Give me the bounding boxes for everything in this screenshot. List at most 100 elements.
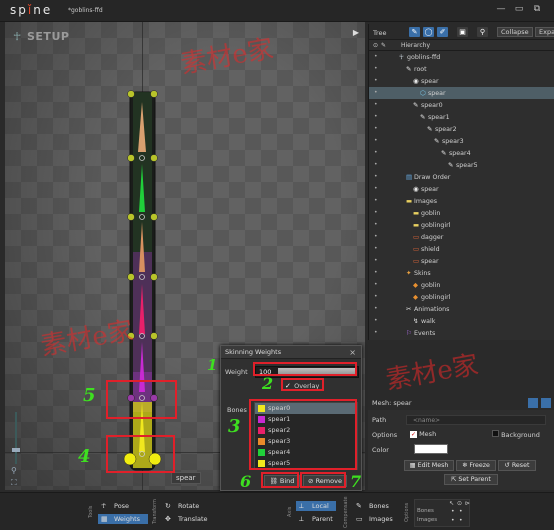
tree-row[interactable]: • ✎ spear1 <box>369 111 554 123</box>
freeze-button[interactable]: ❄ Freeze <box>456 460 496 471</box>
settings-icon[interactable] <box>541 398 551 408</box>
tree-row[interactable]: • ◆ goblin <box>369 279 554 291</box>
close-icon[interactable]: × <box>349 348 356 357</box>
minimize-button[interactable]: — <box>494 3 508 15</box>
search-icon[interactable]: ⚲ <box>477 27 488 37</box>
expand-button[interactable]: Expa <box>535 27 554 37</box>
toggle-dot[interactable]: • <box>451 517 455 524</box>
visibility-dot-icon[interactable]: • <box>374 231 378 243</box>
visibility-dot-icon[interactable]: • <box>374 291 378 303</box>
tree-row[interactable]: • ✦ Skins <box>369 267 554 279</box>
tree-row[interactable]: • ⚐ Events <box>369 327 554 339</box>
visibility-dot-icon[interactable]: • <box>374 183 378 195</box>
tree-row[interactable]: • ▬ goblingirl <box>369 219 554 231</box>
tree-row[interactable]: • ⬡ spear <box>369 87 554 99</box>
tree-row[interactable]: • ◉ spear <box>369 183 554 195</box>
tree-row[interactable]: • ✎ spear0 <box>369 99 554 111</box>
tree-row[interactable]: • ▭ dagger <box>369 231 554 243</box>
bones-icon: ✎ <box>356 502 362 510</box>
edit-mesh-button[interactable]: ▦ Edit Mesh <box>404 460 454 471</box>
tree-row[interactable]: • ☥ goblins-ffd <box>369 51 554 63</box>
zoom-thumb[interactable] <box>12 448 20 452</box>
eye-icon[interactable]: ⊙ <box>457 500 462 507</box>
visibility-dot-icon[interactable]: • <box>374 75 378 87</box>
visibility-dot-icon[interactable]: • <box>374 243 378 255</box>
parent-axis-button[interactable]: ⟂ Parent <box>296 514 336 524</box>
collapse-button[interactable]: Collapse <box>497 27 533 37</box>
color-swatch[interactable] <box>414 444 448 454</box>
close-window-button[interactable]: ⧉ <box>530 3 544 15</box>
paint-icon[interactable]: ✐ <box>437 27 448 37</box>
translate-tool-button[interactable]: ✥ Translate <box>162 514 272 524</box>
axis-group-label: Axis <box>287 506 293 518</box>
visibility-dot-icon[interactable]: • <box>374 147 378 159</box>
reset-button[interactable]: ↺ Reset <box>498 460 536 471</box>
tree-row[interactable]: • ✎ spear4 <box>369 147 554 159</box>
visibility-dot-icon[interactable]: • <box>374 99 378 111</box>
key-icon[interactable] <box>528 398 538 408</box>
compensate-images-button[interactable]: ▭ Images <box>353 514 397 524</box>
local-axis-button[interactable]: ⟂ Local <box>296 501 336 511</box>
toggle-dot[interactable]: • <box>459 508 463 515</box>
visibility-dot-icon[interactable]: • <box>374 135 378 147</box>
visibility-dot-icon[interactable]: • <box>374 195 378 207</box>
visibility-dot-icon[interactable]: • <box>374 111 378 123</box>
select-icon[interactable]: ◯ <box>423 27 434 37</box>
set-parent-button[interactable]: ⇱ Set Parent <box>444 474 498 485</box>
visibility-dot-icon[interactable]: • <box>374 219 378 231</box>
visibility-dot-icon[interactable]: • <box>374 159 378 171</box>
rotate-tool-button[interactable]: ↻ Rotate <box>162 501 272 511</box>
toggle-dot[interactable]: • <box>459 517 463 524</box>
options-label: Options <box>372 431 398 439</box>
bones-label: Bones <box>227 406 247 414</box>
tree-panel: Tree ✎ ◯ ✐ ▣ ⚲ Collapse Expa ⊙ ✎ Hierarc… <box>368 24 554 340</box>
visibility-dot-icon[interactable]: • <box>374 327 378 339</box>
camera-icon[interactable]: ▣ <box>457 27 468 37</box>
tree-row[interactable]: • ▤ Draw Order <box>369 171 554 183</box>
zoom-slider[interactable] <box>11 412 21 472</box>
visibility-dot-icon[interactable]: • <box>374 303 378 315</box>
tree-row[interactable]: • ✂ Animations <box>369 303 554 315</box>
spine-editor-window: spǐne *goblins-ffd — ▭ ⧉ ☥ SETUP ▶ spear… <box>0 0 554 530</box>
zoom-icon[interactable]: ⚲ <box>11 466 21 476</box>
pose-tool-button[interactable]: ☥ Pose <box>98 501 148 511</box>
background-checkbox[interactable]: Background <box>492 430 540 439</box>
tag-icon[interactable]: ⊳ <box>465 500 470 507</box>
visibility-dot-icon[interactable]: • <box>374 267 378 279</box>
restore-button[interactable]: ▭ <box>512 3 526 15</box>
edit-icon[interactable]: ✎ <box>409 27 420 37</box>
visibility-dot-icon[interactable]: • <box>374 255 378 267</box>
tree-row[interactable]: • ▬ goblin <box>369 207 554 219</box>
tree-row[interactable]: • ◆ goblingirl <box>369 291 554 303</box>
compensate-bones-button[interactable]: ✎ Bones <box>353 501 397 511</box>
path-input[interactable]: <name> <box>406 415 546 425</box>
visibility-dot-icon[interactable]: • <box>374 279 378 291</box>
tree-row[interactable]: • ↯ walk <box>369 315 554 327</box>
tree-row[interactable]: • ✎ spear5 <box>369 159 554 171</box>
weights-tool-button[interactable]: ▦ Weights <box>98 514 148 524</box>
visibility-dot-icon[interactable]: • <box>374 123 378 135</box>
tree-row[interactable]: • ▬ Images <box>369 195 554 207</box>
visibility-dot-icon[interactable]: • <box>374 63 378 75</box>
fit-view-icon[interactable]: ⛶ <box>11 478 21 488</box>
checkmark-icon: ✓ <box>410 431 417 438</box>
tree-row[interactable]: • ▭ shield <box>369 243 554 255</box>
tree-row[interactable]: • ✎ spear2 <box>369 123 554 135</box>
tree-row[interactable]: • ✎ spear3 <box>369 135 554 147</box>
tree-row-label: spear3 <box>442 138 464 145</box>
toggle-dot[interactable]: • <box>451 508 455 515</box>
path-label: Path <box>372 416 387 424</box>
visibility-dot-icon[interactable]: • <box>374 171 378 183</box>
cursor-icon[interactable]: ↖ <box>449 500 454 507</box>
visibility-dot-icon[interactable]: • <box>374 87 378 99</box>
tree-row[interactable]: • ▭ spear <box>369 255 554 267</box>
mesh-checkbox[interactable]: ✓ Mesh <box>410 430 436 438</box>
visibility-dot-icon[interactable]: • <box>374 315 378 327</box>
images-icon: ▭ <box>356 515 363 523</box>
image-icon: ▭ <box>413 233 420 241</box>
tree-row[interactable]: • ◉ spear <box>369 75 554 87</box>
annotation-box-bind <box>261 472 299 488</box>
visibility-dot-icon[interactable]: • <box>374 51 378 63</box>
visibility-dot-icon[interactable]: • <box>374 207 378 219</box>
tree-row[interactable]: • ✎ root <box>369 63 554 75</box>
